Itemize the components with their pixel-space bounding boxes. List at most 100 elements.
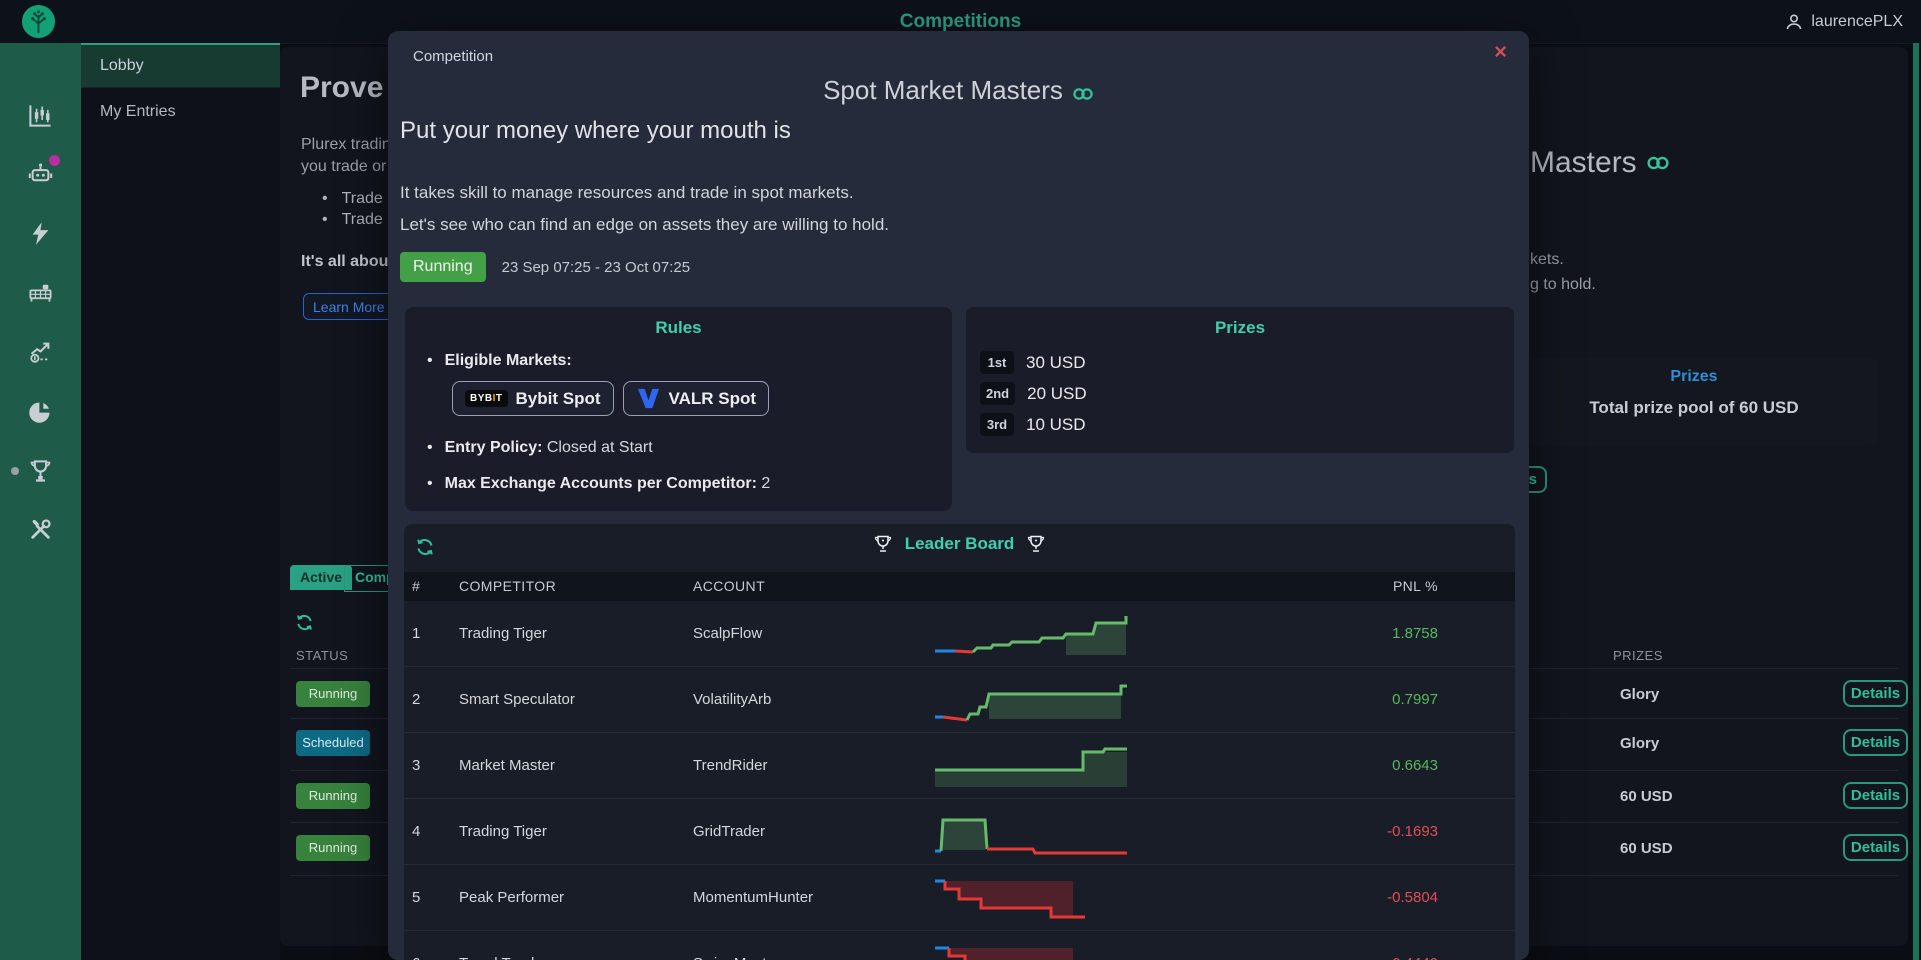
leaderboard-row[interactable]: 6Trend TrackerSwingMaster-0.4440 <box>404 931 1515 960</box>
selected-competition-heading: Masters <box>1530 146 1670 180</box>
prizes-box: Prizes 1st 30 USD 2nd 20 USD 3rd 10 USD <box>966 307 1514 453</box>
pnl-cell: -0.4440 <box>1387 931 1438 960</box>
user-menu[interactable]: laurencePLX <box>1784 0 1903 43</box>
prize-amount: 20 USD <box>1027 384 1087 404</box>
competitor-cell: Trading Tiger <box>459 799 547 864</box>
market-chip-label: Bybit Spot <box>516 389 601 409</box>
exchanges-shelf-icon[interactable] <box>27 278 54 305</box>
account-cell: ScalpFlow <box>693 601 762 666</box>
details-button[interactable]: Details <box>1843 782 1908 809</box>
prize-pool-total: Total prize pool of 60 USD <box>1510 398 1878 418</box>
earnings-icon[interactable] <box>27 338 54 365</box>
details-button[interactable]: Details <box>1843 680 1908 707</box>
pnl-sparkline <box>933 611 1133 657</box>
market-chip[interactable]: VALR Spot <box>623 381 770 416</box>
competitions-trophy-icon[interactable] <box>27 458 54 485</box>
leaderboard-column-headers: # COMPETITOR ACCOUNT PNL % <box>404 572 1515 601</box>
pnl-sparkline <box>933 677 1133 723</box>
hero-bullet-2: •Trade r <box>322 211 393 229</box>
username: laurencePLX <box>1811 13 1903 31</box>
leaderboard-panel: Leader Board # COMPETITOR ACCOUNT PNL % … <box>404 524 1515 960</box>
hero-emphasis: It's all abou <box>301 253 388 271</box>
rule-eligible-markets: •Eligible Markets: <box>427 352 572 370</box>
details-button[interactable]: Details <box>1843 729 1908 756</box>
rule-max-accounts: •Max Exchange Accounts per Competitor: 2 <box>427 475 770 493</box>
selected-competition-text-1: kets. <box>1530 251 1564 269</box>
competition-description-1: It takes skill to manage resources and t… <box>400 183 854 203</box>
selected-competition-text-2: g to hold. <box>1530 276 1596 294</box>
competition-description-2: Let's see who can find an edge on assets… <box>400 215 889 235</box>
status-badge: Running <box>296 681 370 707</box>
portfolio-pie-icon[interactable] <box>27 398 54 425</box>
bybit-logo-icon: BYBIT <box>465 390 508 407</box>
competitions-nav-panel: Lobby My Entries <box>81 43 280 960</box>
market-chip[interactable]: BYBIT Bybit Spot <box>452 381 614 416</box>
prize-rank-chip: 2nd <box>980 382 1015 405</box>
leaderboard-row[interactable]: 2Smart SpeculatorVolatilityArb0.7997 <box>404 667 1515 733</box>
status-badge: Running <box>400 252 486 282</box>
competitor-cell: Smart Speculator <box>459 667 575 732</box>
rank-cell: 3 <box>412 733 420 798</box>
competitor-cell: Peak Performer <box>459 865 564 930</box>
sidebar <box>0 43 81 960</box>
rule-entry-policy: •Entry Policy: Closed at Start <box>427 439 653 457</box>
hero-line-2: you trade or <box>301 158 386 176</box>
pnl-cell: 0.6643 <box>1392 733 1438 798</box>
pnl-cell: 0.7997 <box>1392 667 1438 732</box>
link-icon[interactable] <box>1072 87 1094 101</box>
prize-amount: 10 USD <box>1026 415 1086 435</box>
nav-item-lobby[interactable]: Lobby <box>81 43 280 88</box>
right-edge-accent <box>1913 43 1919 960</box>
details-button[interactable]: Details <box>1843 834 1908 861</box>
close-icon[interactable]: × <box>1494 41 1507 63</box>
rules-box: Rules •Eligible Markets: BYBITBybit Spot… <box>405 307 952 511</box>
nav-item-my-entries[interactable]: My Entries <box>81 89 280 134</box>
leaderboard-title: Leader Board <box>905 534 1015 554</box>
prize-rank-chip: 3rd <box>980 413 1014 436</box>
competition-title: Spot Market Masters <box>388 75 1529 106</box>
refresh-icon[interactable] <box>295 613 314 632</box>
hero-bullet-1: •Trade a <box>322 190 396 208</box>
tools-icon[interactable] <box>27 516 54 543</box>
prize-cell: Glory <box>1620 686 1659 703</box>
leaderboard-row[interactable]: 1Trading TigerScalpFlow1.8758 <box>404 601 1515 667</box>
prize-row: 2nd 20 USD <box>980 382 1087 405</box>
tab-active[interactable]: Active <box>290 565 352 590</box>
rank-cell: 4 <box>412 799 420 864</box>
status-badge: Scheduled <box>296 730 370 756</box>
status-row: Running 23 Sep 07:25 - 23 Oct 07:25 <box>400 252 690 282</box>
pnl-cell: -0.5804 <box>1387 865 1438 930</box>
leaderboard-header: Leader Board <box>404 534 1515 554</box>
account-cell: SwingMaster <box>693 931 780 960</box>
pnl-cell: -0.1693 <box>1387 799 1438 864</box>
markets-chart-icon[interactable] <box>27 102 54 129</box>
column-header-prizes: PRIZES <box>1613 648 1663 663</box>
pnl-sparkline <box>933 875 1133 921</box>
leaderboard-row[interactable]: 5 Peak Performer MomentumHunter -0.5804 <box>404 865 1515 931</box>
competitor-cell: Trend Tracker <box>459 931 552 960</box>
competitor-cell: Market Master <box>459 733 555 798</box>
account-cell: GridTrader <box>693 799 765 864</box>
modal-eyebrow: Competition <box>413 48 493 65</box>
account-cell: VolatilityArb <box>693 667 771 732</box>
prizes-title: Prizes <box>966 318 1514 338</box>
competitor-cell: Trading Tiger <box>459 601 547 666</box>
leaderboard-row[interactable]: 3Market MasterTrendRider0.6643 <box>404 733 1515 799</box>
rank-cell: 1 <box>412 601 420 666</box>
pnl-sparkline <box>933 809 1133 855</box>
prize-amount: 30 USD <box>1026 353 1086 373</box>
link-icon[interactable] <box>1646 155 1670 171</box>
prize-rank-chip: 1st <box>980 351 1014 374</box>
leaderboard-row[interactable]: 4 Trading Tiger GridTrader -0.1693 <box>404 799 1515 865</box>
prize-cell: Glory <box>1620 735 1659 752</box>
eligible-markets-chips: BYBIT Bybit Spot VALR Spot <box>452 381 769 416</box>
rank-cell: 5 <box>412 865 420 930</box>
prizes-box-title: Prizes <box>1510 368 1878 386</box>
prize-row: 3rd 10 USD <box>980 413 1086 436</box>
signals-bolt-icon[interactable] <box>27 220 54 247</box>
status-badge: Running <box>296 783 370 809</box>
account-cell: MomentumHunter <box>693 865 813 930</box>
column-header-status: STATUS <box>296 648 348 663</box>
user-icon <box>1784 12 1804 32</box>
competition-tagline: Put your money where your mouth is <box>400 117 791 145</box>
